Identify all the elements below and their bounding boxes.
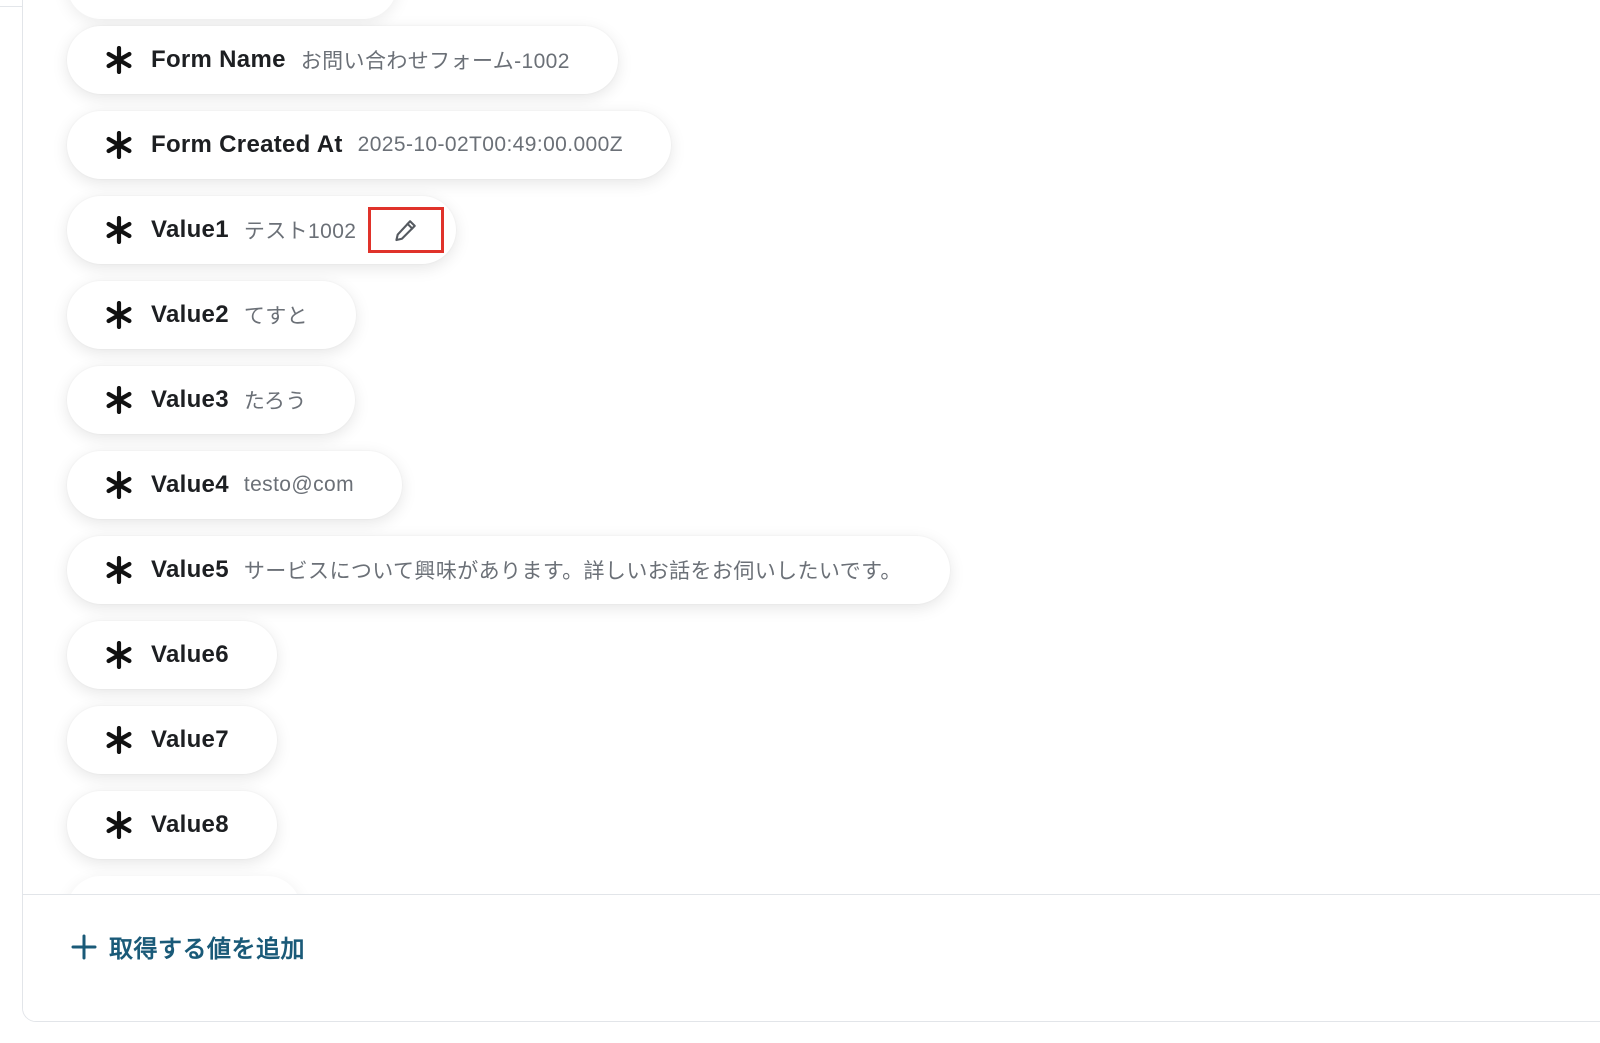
field-list-scroll-area[interactable]: Form Name お問い合わせフォーム-1002 Form Created A… [23,0,1600,894]
field-name: Value3 [151,386,229,413]
field-name: Value6 [151,641,229,668]
field-pill-value6[interactable]: Value6 [67,621,277,689]
field-name: Value2 [151,301,229,328]
asterisk-icon [105,301,133,329]
asterisk-icon [105,556,133,584]
field-value: テスト1002 [243,220,357,243]
field-name: Value7 [151,726,229,753]
field-pill-form-name[interactable]: Form Name お問い合わせフォーム-1002 [67,26,618,94]
field-value: お問い合わせフォーム-1002 [300,50,570,73]
asterisk-icon [105,216,133,244]
field-value: たろう [243,390,307,413]
field-pill-value4[interactable]: Value4 testo@com [67,451,402,519]
field-pill-value7[interactable]: Value7 [67,706,277,774]
add-value-button[interactable]: 取得する値を追加 [71,929,305,964]
field-name: Value5 [151,556,229,583]
field-name: Form Name [151,46,286,73]
field-pill-partial-bottom [67,876,301,894]
output-fields-panel: Form Name お問い合わせフォーム-1002 Form Created A… [22,0,1600,1022]
field-name: Form Created At [151,131,343,158]
field-pill-value5[interactable]: Value5 サービスについて興味があります。詳しいお話をお伺いしたいです。 [67,536,950,604]
add-value-label: 取得する値を追加 [109,936,305,963]
asterisk-icon [105,131,133,159]
pencil-icon [395,220,417,242]
field-value: てすと [243,305,309,328]
asterisk-icon [105,726,133,754]
asterisk-icon [105,46,133,74]
field-value: 2025-10-02T00:49:00.000Z [357,133,623,156]
field-value: サービスについて興味があります。詳しいお話をお伺いしたいです。 [243,560,902,583]
field-name: Value8 [151,811,229,838]
plus-icon [71,934,97,959]
field-pill-value1[interactable]: Value1 テスト1002 [67,196,457,264]
asterisk-icon [105,386,133,414]
asterisk-icon [105,641,133,669]
asterisk-icon [105,471,133,499]
asterisk-icon [105,811,133,839]
field-pill-value2[interactable]: Value2 てすと [67,281,357,349]
field-name: Value4 [151,471,229,498]
field-name: Value1 [151,216,229,243]
field-value: testo@com [243,473,354,496]
edit-field-button[interactable] [368,207,445,253]
field-pill-partial-top [67,0,397,19]
field-pill-value3[interactable]: Value3 たろう [67,366,355,434]
panel-footer: 取得する値を追加 [23,894,1600,1021]
field-pill-value8[interactable]: Value8 [67,791,277,859]
field-pill-form-created-at[interactable]: Form Created At 2025-10-02T00:49:00.000Z [67,111,671,179]
